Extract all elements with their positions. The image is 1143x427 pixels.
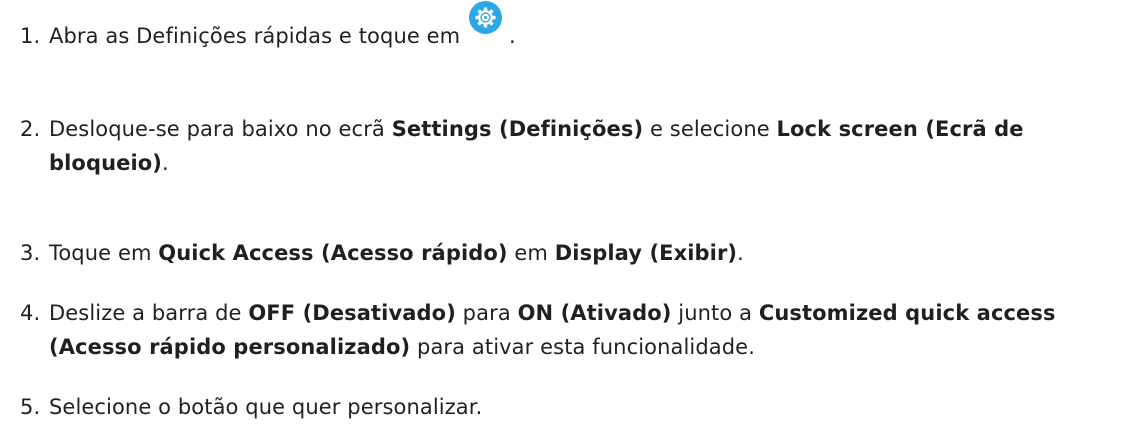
step-text-part: Toque em [49, 241, 159, 265]
step-4: 4. Deslize a barra de OFF (Desativado) p… [20, 296, 1143, 364]
step-text-part: para [455, 301, 518, 325]
step-text: Deslize a barra de OFF (Desativado) para… [49, 296, 1143, 364]
step-text-part: junto a [671, 301, 759, 325]
step-text-part: Abra as Definições rápidas e toque em [49, 24, 467, 48]
step-text: Desloque-se para baixo no ecrã Settings … [49, 112, 1143, 180]
step-text: Abra as Definições rápidas e toque em . [49, 1, 1143, 53]
step-text-part: Deslize a barra de [49, 301, 249, 325]
step-number: 1. [20, 24, 41, 48]
step-text: Toque em Quick Access (Acesso rápido) em… [49, 236, 1143, 270]
step-text-part: e selecione [643, 117, 777, 141]
step-text-part: para ativar esta funcionalidade. [410, 335, 755, 359]
step-1: 1. Abra as Definições rápidas e toque em [20, 1, 1143, 53]
step-number: 4. [20, 301, 41, 325]
settings-gear-icon [467, 1, 509, 49]
ui-term-quick-access: Quick Access (Acesso rápido) [158, 241, 508, 265]
step-text: Selecione o botão que quer personalizar. [49, 390, 1143, 424]
ui-term-display: Display (Exibir) [554, 241, 738, 265]
step-5: 5. Selecione o botão que quer personaliz… [20, 390, 1143, 424]
step-text-part: . [162, 151, 169, 175]
ui-term-on: ON (Ativado) [517, 301, 672, 325]
ui-term-off: OFF (Desativado) [248, 301, 456, 325]
step-text-part: Selecione o botão que quer personalizar. [49, 395, 483, 419]
step-number: 2. [20, 117, 41, 141]
step-3: 3. Toque em Quick Access (Acesso rápido)… [20, 236, 1143, 270]
step-number: 5. [20, 395, 41, 419]
step-text-part: Desloque-se para baixo no ecrã [49, 117, 392, 141]
step-text-part: em [507, 241, 555, 265]
gear-glyph [475, 7, 496, 28]
ui-term-settings: Settings (Definições) [391, 117, 644, 141]
settings-gear-icon-circle [469, 1, 502, 34]
step-text-part: . [509, 24, 516, 48]
step-number: 3. [20, 241, 41, 265]
step-2: 2. Desloque-se para baixo no ecrã Settin… [20, 112, 1143, 180]
step-text-part: . [737, 241, 744, 265]
